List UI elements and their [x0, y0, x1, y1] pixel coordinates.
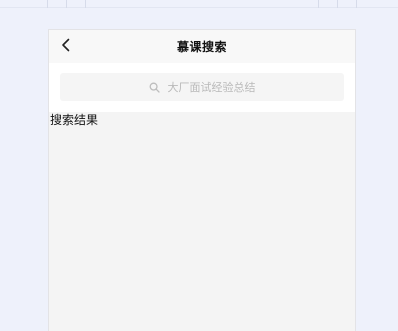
- ruler-guide: [47, 0, 48, 8]
- ruler-guide: [318, 0, 319, 8]
- editor-canvas: 慕课搜索 大厂面试经验总结 搜索结果: [0, 0, 398, 331]
- search-placeholder: 大厂面试经验总结: [167, 81, 256, 94]
- search-bar-container: 大厂面试经验总结: [49, 63, 355, 112]
- ruler-guide: [337, 0, 338, 8]
- search-results-area: 搜索结果: [49, 113, 355, 128]
- back-button[interactable]: [55, 35, 77, 57]
- search-input[interactable]: 大厂面试经验总结: [60, 73, 344, 101]
- ruler-guide: [85, 0, 86, 8]
- top-navbar: 慕课搜索: [49, 30, 355, 63]
- ruler-guide: [66, 0, 67, 8]
- mobile-screen: 慕课搜索 大厂面试经验总结 搜索结果: [48, 29, 356, 331]
- page-title: 慕课搜索: [176, 40, 227, 54]
- search-results-label: 搜索结果: [50, 113, 99, 127]
- chevron-left-icon: [60, 37, 72, 56]
- search-icon: [149, 82, 160, 93]
- ruler-guide-horizontal: [0, 7, 398, 8]
- ruler-guide: [356, 0, 357, 8]
